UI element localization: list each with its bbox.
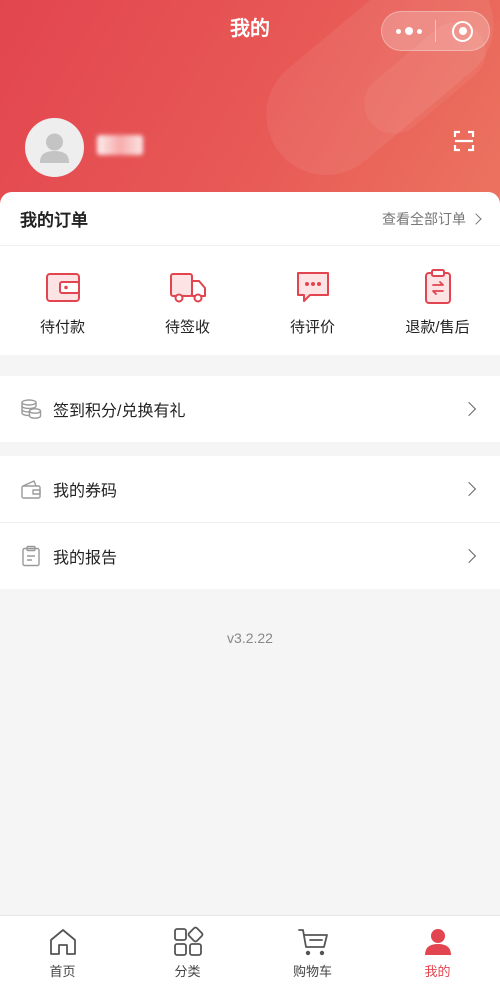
order-status-label: 待评价 xyxy=(289,319,335,336)
wallet-icon xyxy=(21,480,41,499)
tab-label: 首页 xyxy=(49,964,76,979)
cart-icon xyxy=(297,929,328,956)
clipboard-icon xyxy=(22,545,40,567)
menu-item-label: 我的报告 xyxy=(53,550,118,567)
tab-label: 分类 xyxy=(174,964,201,979)
chevron-right-icon xyxy=(470,212,482,225)
bottom-tab-bar: 首页 分类 购物车 我的 xyxy=(0,915,500,991)
target-icon xyxy=(452,20,473,42)
tab-label: 我的 xyxy=(424,964,451,979)
miniprogram-capsule xyxy=(381,11,490,51)
category-icon xyxy=(173,926,203,956)
menu-item-label: 签到积分/兑换有礼 xyxy=(53,403,186,420)
more-dots-icon xyxy=(395,27,422,35)
menu-item-label: 我的券码 xyxy=(53,483,118,500)
avatar[interactable] xyxy=(25,118,84,177)
order-status-row: 待付款 待签收 待评价 退款/售后 xyxy=(0,246,500,337)
orders-card: 我的订单 查看全部订单 待付款 待签收 待评价 退款/售后 xyxy=(0,192,500,355)
view-all-label: 查看全部订单 xyxy=(382,210,466,227)
comment-icon xyxy=(296,272,329,302)
home-icon xyxy=(49,929,76,955)
order-status-label: 待签收 xyxy=(164,319,210,336)
tab-home[interactable]: 首页 xyxy=(0,916,125,991)
order-status-label: 待付款 xyxy=(39,319,85,336)
order-status-awaiting-receipt[interactable]: 待签收 xyxy=(125,268,250,337)
clipboard-exchange-icon xyxy=(424,269,451,304)
order-status-refund[interactable]: 退款/售后 xyxy=(375,268,500,337)
scan-icon[interactable] xyxy=(452,129,476,153)
user-icon xyxy=(424,929,451,955)
tab-cart[interactable]: 购物车 xyxy=(250,916,375,991)
orders-title: 我的订单 xyxy=(20,211,88,230)
menu-item-reports[interactable]: 我的报告 xyxy=(0,523,500,589)
chevron-right-icon xyxy=(461,481,477,497)
services-card: 我的券码 我的报告 xyxy=(0,456,500,589)
tab-label: 购物车 xyxy=(292,964,332,979)
tab-mine[interactable]: 我的 xyxy=(375,916,500,991)
user-placeholder-icon xyxy=(40,133,69,163)
menu-item-coupons[interactable]: 我的券码 xyxy=(0,456,500,522)
points-card: 签到积分/兑换有礼 xyxy=(0,376,500,442)
order-status-label: 退款/售后 xyxy=(405,319,470,336)
chevron-right-icon xyxy=(461,401,477,417)
view-all-orders-link[interactable]: 查看全部订单 xyxy=(382,209,482,229)
tab-category[interactable]: 分类 xyxy=(125,916,250,991)
order-status-to-review[interactable]: 待评价 xyxy=(250,268,375,337)
menu-item-points[interactable]: 签到积分/兑换有礼 xyxy=(0,376,500,442)
close-miniprogram-button[interactable] xyxy=(436,12,489,50)
app-version: v3.2.22 xyxy=(227,630,273,646)
more-button[interactable] xyxy=(382,12,435,50)
chevron-right-icon xyxy=(461,548,477,564)
coins-icon xyxy=(21,399,42,419)
username-obscured xyxy=(97,135,143,155)
orders-header: 我的订单 查看全部订单 xyxy=(0,192,500,246)
wallet-icon xyxy=(45,273,80,302)
order-status-pending-payment[interactable]: 待付款 xyxy=(0,268,125,337)
truck-icon xyxy=(169,273,206,303)
